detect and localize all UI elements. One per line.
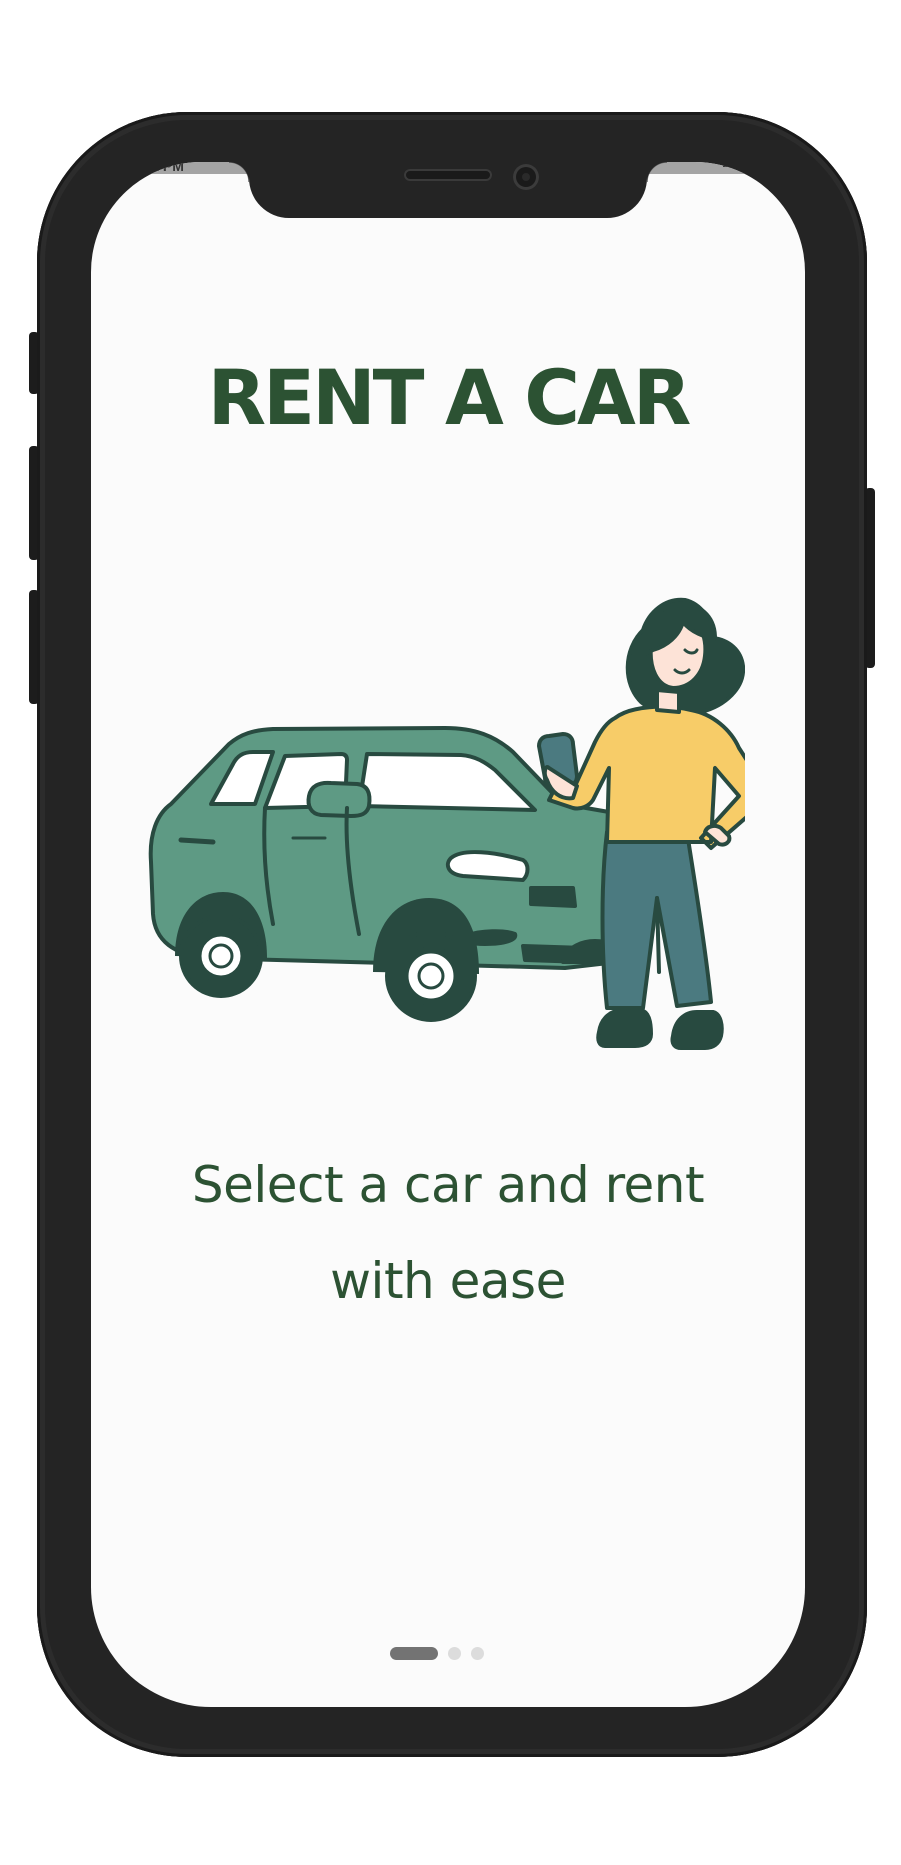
phone-screen: 9:41 PM RENT A CAR Select a car and rent…: [91, 162, 805, 1707]
page-dot[interactable]: [448, 1647, 461, 1660]
signal-icon: [723, 162, 727, 167]
front-camera: [513, 164, 539, 190]
wifi-icon: [733, 162, 743, 167]
page-indicator[interactable]: [390, 1647, 484, 1660]
page-dot[interactable]: [471, 1647, 484, 1660]
car-rental-illustration: [148, 597, 745, 1050]
notch: [229, 162, 667, 218]
earpiece-speaker: [404, 169, 492, 181]
status-time: 9:41 PM: [131, 162, 184, 174]
page-subtitle: Select a car and rent with ease: [191, 1156, 705, 1310]
status-icons: [723, 162, 765, 167]
page-dot-active[interactable]: [390, 1647, 438, 1660]
page-title: RENT A CAR: [207, 353, 692, 442]
battery-icon: [749, 162, 765, 167]
device-stage: 9:41 PM RENT A CAR Select a car and rent…: [0, 0, 901, 1865]
